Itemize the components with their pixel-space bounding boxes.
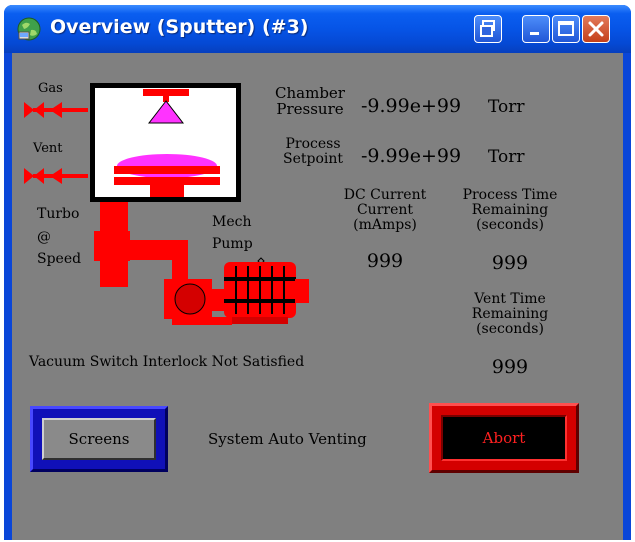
turbo-pump-icon[interactable] (94, 202, 130, 287)
foreline-icon (128, 240, 188, 280)
system-status-message: System Auto Venting (208, 430, 367, 448)
vent-time-label-line2: Remaining (471, 306, 549, 322)
close-icon (588, 21, 604, 37)
dc-current-value: 999 (366, 250, 404, 272)
screens-button-face[interactable]: Screens (42, 418, 156, 460)
process-time-label-line1: Process Time (462, 187, 558, 203)
close-button[interactable] (582, 15, 610, 43)
mech-pump-label-line2: Pump (212, 236, 253, 252)
dc-current-label: DC Current Current (mAmps) (330, 188, 440, 233)
app-window: Overview (Sputter) (#3) Gas Vent Turbo @… (4, 5, 631, 540)
abort-button-label: Abort (482, 429, 526, 447)
process-time-label-line2: Remaining (471, 202, 549, 218)
app-icon (16, 16, 42, 46)
vent-time-value: 999 (491, 356, 529, 378)
dc-current-label-line2: Current (356, 202, 414, 218)
screens-button-label: Screens (68, 430, 130, 448)
vent-label: Vent (33, 141, 63, 156)
chamber-pressure-label: Chamber Pressure (265, 85, 355, 117)
turbo-label: Turbo (37, 206, 80, 222)
mech-pump-label: Mech (212, 214, 252, 230)
process-setpoint-value: -9.99e+99 (361, 145, 462, 167)
process-time-value: 999 (491, 252, 529, 274)
minimize-icon (530, 32, 539, 35)
vent-time-label: Vent Time Remaining (seconds) (450, 292, 570, 337)
maximize-button[interactable] (552, 15, 580, 43)
abort-button-face[interactable]: Abort (441, 415, 567, 461)
process-setpoint-unit: Torr (488, 147, 525, 167)
process-setpoint-label-line1: Process (285, 136, 341, 152)
chamber-icon (90, 83, 241, 202)
restore-icon (480, 20, 495, 37)
overview-panel: Gas Vent Turbo @ Speed Mech Pump Chamber… (12, 53, 623, 540)
turbo-at-label: @ (37, 229, 51, 245)
chamber-pressure-label-line1: Chamber (275, 84, 345, 102)
process-setpoint-label-line2: Setpoint (282, 151, 343, 167)
minimize-button[interactable] (522, 15, 550, 43)
vent-time-label-line3: (seconds) (476, 321, 544, 337)
vent-valve-icon[interactable] (24, 168, 88, 184)
dc-current-label-line1: DC Current (343, 187, 427, 203)
maximize-icon (558, 21, 574, 36)
vent-time-label-line1: Vent Time (474, 291, 546, 307)
chamber-pressure-unit: Torr (488, 97, 525, 117)
title-bar[interactable]: Overview (Sputter) (#3) (4, 5, 631, 53)
process-time-label-line3: (seconds) (476, 217, 544, 233)
process-time-label: Process Time Remaining (seconds) (450, 188, 570, 233)
screens-button[interactable]: Screens (30, 406, 168, 472)
gas-valve-icon[interactable] (24, 102, 88, 118)
interlock-status-message: Vacuum Switch Interlock Not Satisfied (29, 354, 305, 370)
chamber-pressure-label-line2: Pressure (276, 100, 344, 118)
process-setpoint-label: Process Setpoint (275, 137, 351, 167)
chamber-pressure-value: -9.99e+99 (361, 95, 462, 117)
dc-current-label-line3: (mAmps) (353, 217, 417, 233)
gas-label: Gas (38, 81, 63, 96)
restore-down-button[interactable] (474, 15, 502, 43)
turbo-speed-label: Speed (37, 251, 82, 267)
abort-button[interactable]: Abort (429, 403, 579, 473)
window-title: Overview (Sputter) (#3) (50, 16, 309, 38)
